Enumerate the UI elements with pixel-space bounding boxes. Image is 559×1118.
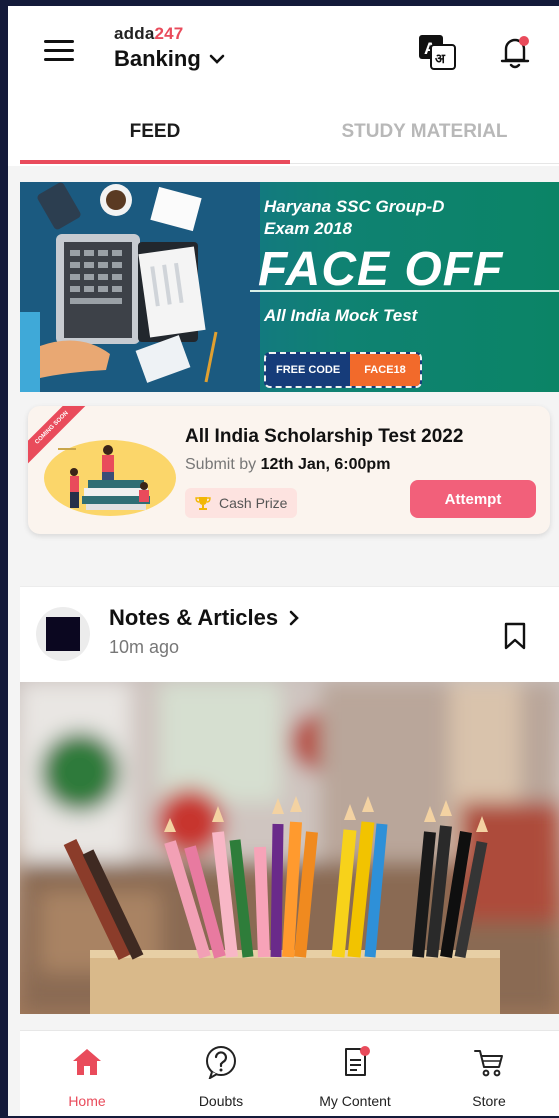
question-icon xyxy=(206,1046,236,1079)
post-category-link[interactable]: Notes & Articles xyxy=(109,605,300,631)
notification-bell-icon[interactable] xyxy=(498,34,532,70)
code-label: FREE CODE xyxy=(276,364,341,376)
active-tab-indicator xyxy=(20,160,290,164)
chevron-right-icon xyxy=(289,610,299,626)
translate-icon[interactable]: A अ xyxy=(418,34,456,70)
app-screen: adda247 Banking A अ FEED STUDY MATERIAL xyxy=(8,6,559,1116)
svg-text:अ: अ xyxy=(435,52,446,67)
category-label: Banking xyxy=(114,46,201,71)
students-books-illustration xyxy=(44,440,176,516)
home-icon xyxy=(73,1049,101,1075)
brand-selector[interactable]: adda247 Banking xyxy=(114,24,225,72)
category-dropdown[interactable]: Banking xyxy=(114,46,225,72)
hamburger-menu-icon[interactable] xyxy=(44,40,74,64)
post-title: Notes & Articles xyxy=(109,605,279,630)
feed-tabs: FEED STUDY MATERIAL xyxy=(20,104,559,166)
bookmark-icon[interactable] xyxy=(502,621,528,651)
banner-headline: FACE OFF xyxy=(258,243,504,296)
chevron-down-icon xyxy=(209,54,225,64)
document-icon xyxy=(345,1046,370,1076)
face-off-banner[interactable]: Haryana SSC Group-D Exam 2018 FACE OFF A… xyxy=(20,182,559,392)
banner-divider xyxy=(250,290,559,292)
nav-doubts[interactable]: Doubts xyxy=(166,1031,276,1116)
scholarship-deadline: Submit by 12th Jan, 6:00pm xyxy=(185,456,391,473)
scholarship-title: All India Scholarship Test 2022 xyxy=(185,426,464,447)
nav-store[interactable]: Store xyxy=(434,1031,544,1116)
pencils-photo xyxy=(20,682,559,1014)
nav-my-content[interactable]: My Content xyxy=(300,1031,410,1116)
banner-exam-title: Haryana SSC Group-D Exam 2018 xyxy=(264,197,445,238)
cart-icon xyxy=(474,1050,503,1077)
post-header: Notes & Articles 10m ago xyxy=(20,586,559,683)
adda247-logo: adda247 xyxy=(114,24,184,43)
post-avatar[interactable] xyxy=(36,607,90,661)
post-time: 10m ago xyxy=(109,637,180,657)
post-image-pencils[interactable] xyxy=(20,682,559,1014)
scholarship-test-card[interactable]: COMING SOON All India Scholarship Test 2… xyxy=(28,406,550,534)
tab-feed[interactable]: FEED xyxy=(20,104,290,160)
nav-home[interactable]: Home xyxy=(32,1031,142,1116)
trophy-icon xyxy=(195,497,211,510)
cash-prize-badge: Cash Prize xyxy=(185,488,298,518)
app-header: adda247 Banking A अ FEED STUDY MATERIAL xyxy=(8,6,559,166)
tab-study-material[interactable]: STUDY MATERIAL xyxy=(290,104,559,160)
code-value: FACE18 xyxy=(350,354,420,386)
banner-subline: All India Mock Test xyxy=(264,306,418,325)
study-desk-illustration xyxy=(20,182,260,392)
attempt-button[interactable]: Attempt xyxy=(410,480,536,518)
bottom-navigation: Home Doubts My Content Store xyxy=(20,1030,559,1116)
free-code-badge: FREE CODE FACE18 xyxy=(264,352,422,388)
